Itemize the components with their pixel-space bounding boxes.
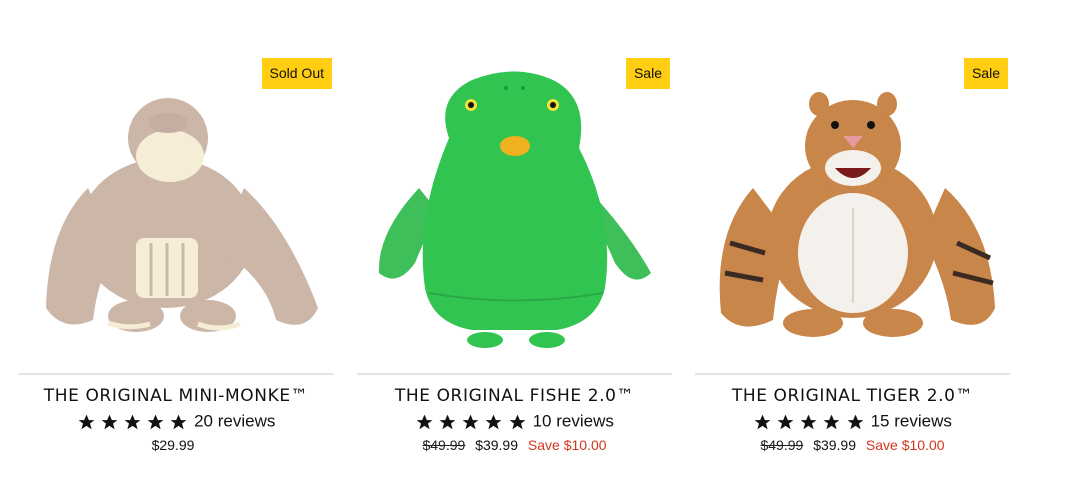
star-rating-icons	[415, 412, 525, 432]
gorilla-toy-image	[46, 98, 318, 332]
star-icon	[823, 414, 840, 429]
savings-label: Save $10.00	[865, 437, 945, 453]
star-icon	[800, 414, 817, 429]
sold-out-badge: Sold Out	[261, 58, 332, 89]
star-icon	[462, 414, 479, 429]
star-icon	[124, 414, 141, 429]
product-card-fishe[interactable]: Sale THE ORIGINAL FISHE 2.0™ 10 reviews …	[357, 0, 672, 488]
product-image[interactable]	[357, 58, 672, 358]
product-image[interactable]	[695, 58, 1010, 358]
price-line: $49.99 $39.99 Save $10.00	[357, 437, 672, 453]
tiger-toy-image	[719, 92, 995, 337]
review-count: 10 reviews	[532, 411, 614, 431]
star-icon	[777, 414, 794, 429]
star-icon	[101, 414, 118, 429]
divider	[18, 373, 334, 375]
price-line: $49.99 $39.99 Save $10.00	[695, 437, 1010, 453]
star-icon	[754, 414, 771, 429]
star-icon	[170, 414, 187, 429]
product-title[interactable]: THE ORIGINAL MINI-MONKE™	[18, 386, 334, 406]
star-icon	[147, 414, 164, 429]
star-icon	[485, 414, 502, 429]
price-line: $29.99	[18, 437, 334, 453]
product-card-tiger[interactable]: Sale THE ORIGINAL TIGER 2.0™ 15 reviews …	[695, 0, 1010, 488]
product-rating: 20 reviews	[18, 411, 334, 432]
compare-at-price: $49.99	[422, 437, 466, 453]
star-rating-icons	[753, 412, 863, 432]
product-card-mini-monke[interactable]: Sold Out THE ORIGINAL MINI-MONKE™ 20 rev…	[18, 0, 334, 488]
star-icon	[509, 414, 525, 429]
product-image[interactable]	[18, 58, 334, 358]
compare-at-price: $49.99	[760, 437, 804, 453]
current-price: $29.99	[151, 437, 195, 453]
star-icon	[78, 414, 95, 429]
product-rating: 10 reviews	[357, 411, 672, 432]
star-rating-icons	[77, 412, 187, 432]
product-rating: 15 reviews	[695, 411, 1010, 432]
review-count: 20 reviews	[194, 411, 276, 431]
sale-badge: Sale	[963, 58, 1008, 89]
product-title[interactable]: THE ORIGINAL TIGER 2.0™	[695, 386, 1010, 406]
product-title[interactable]: THE ORIGINAL FISHE 2.0™	[357, 386, 672, 406]
review-count: 15 reviews	[870, 411, 952, 431]
divider	[357, 373, 672, 375]
star-icon	[439, 414, 456, 429]
sale-badge: Sale	[625, 58, 670, 89]
star-icon	[416, 414, 433, 429]
savings-label: Save $10.00	[527, 437, 607, 453]
green-fish-toy-image	[378, 71, 651, 348]
divider	[695, 373, 1010, 375]
star-icon	[847, 414, 863, 429]
current-price: $39.99	[475, 437, 519, 453]
current-price: $39.99	[813, 437, 857, 453]
